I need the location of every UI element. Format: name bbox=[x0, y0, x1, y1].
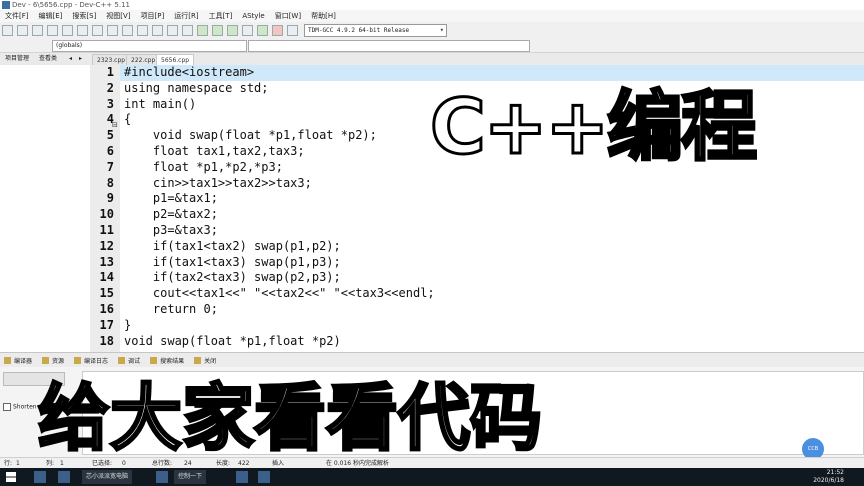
tab-scroll-right-icon[interactable]: ▸ bbox=[76, 53, 85, 65]
goto-icon[interactable] bbox=[152, 24, 163, 36]
menu-file[interactable]: 文件[F] bbox=[0, 10, 34, 22]
code-line: p3=&tax3; bbox=[124, 222, 218, 237]
app-icon[interactable] bbox=[156, 471, 168, 483]
open-file-icon[interactable] bbox=[17, 24, 28, 36]
menu-view[interactable]: 视图[V] bbox=[101, 10, 135, 22]
shorten-label: Shorten bbox=[13, 403, 37, 411]
stop-icon[interactable] bbox=[272, 24, 283, 36]
code-line: return 0; bbox=[124, 301, 218, 316]
compiler-select[interactable]: TDM-GCC 4.9.2 64-bit Release bbox=[304, 23, 447, 37]
task-view-icon[interactable] bbox=[58, 471, 70, 483]
line-number: 18 bbox=[99, 333, 114, 348]
line-number: 17 bbox=[99, 317, 114, 332]
code-line: void swap(float *p1,float *p2) bbox=[124, 333, 341, 348]
menu-help[interactable]: 帮助[H] bbox=[306, 10, 341, 22]
line-number: 14 bbox=[99, 270, 114, 285]
tab-debug[interactable]: 调试 bbox=[114, 356, 146, 365]
line-number: 7 bbox=[106, 159, 114, 174]
tab-resources[interactable]: 资源 bbox=[38, 356, 70, 365]
fold-minus-icon[interactable]: ⊟ bbox=[112, 121, 118, 129]
app-icon[interactable] bbox=[236, 471, 248, 483]
bottom-tabs: 编译器 资源 编译日志 调试 搜索结果 关闭 bbox=[0, 352, 864, 368]
code-line: if(tax2<tax3) swap(p2,p3); bbox=[124, 270, 341, 285]
menu-project[interactable]: 项目[P] bbox=[136, 10, 170, 22]
tab-classes[interactable]: 查看类 bbox=[36, 53, 60, 65]
save-all-icon[interactable] bbox=[47, 24, 58, 36]
find-icon[interactable] bbox=[122, 24, 133, 36]
line-number: 1 bbox=[106, 65, 114, 79]
taskbar-item[interactable]: 控制一下 bbox=[174, 470, 207, 484]
member-select[interactable] bbox=[248, 40, 530, 52]
line-number-gutter: 1 2 3 4 5 6 7 8 9 10 11 12 13 14 15 16 1… bbox=[90, 65, 120, 352]
tab-scroll-left-icon[interactable]: ◂ bbox=[66, 53, 75, 65]
menu-astyle[interactable]: AStyle bbox=[237, 10, 269, 22]
check-icon[interactable] bbox=[257, 24, 268, 36]
menu-tools[interactable]: 工具[T] bbox=[204, 10, 238, 22]
menu-window[interactable]: 窗口[W] bbox=[270, 10, 306, 22]
rebuild-icon[interactable] bbox=[242, 24, 253, 36]
tab-compiler[interactable]: 编译器 bbox=[0, 356, 38, 365]
app-icon bbox=[2, 1, 10, 9]
save-icon[interactable] bbox=[32, 24, 43, 36]
scope-select[interactable]: (globals) bbox=[52, 40, 247, 52]
line-number: 11 bbox=[99, 222, 114, 237]
redo-icon[interactable] bbox=[107, 24, 118, 36]
tab-project[interactable]: 项目管理 bbox=[2, 53, 32, 65]
compile-icon[interactable] bbox=[197, 24, 208, 36]
main-toolbar: TDM-GCC 4.9.2 64-bit Release bbox=[0, 22, 864, 38]
code-line: #include<iostream> bbox=[120, 65, 864, 81]
code-line: if(tax1<tax2) swap(p1,p2); bbox=[124, 238, 341, 253]
clock[interactable]: 21:52 2020/6/18 bbox=[813, 469, 844, 485]
taskbar: 芯小派派宽电脑 控制一下 21:52 2020/6/18 bbox=[0, 468, 864, 486]
print-icon[interactable] bbox=[77, 24, 88, 36]
line-number: 8 bbox=[106, 175, 114, 190]
code-line: cout<<tax1<<" "<<tax2<<" "<<tax3<<endl; bbox=[124, 286, 435, 301]
menu-search[interactable]: 搜索[S] bbox=[67, 10, 101, 22]
line-number: 15 bbox=[99, 286, 114, 301]
overlay-title: C++编程 bbox=[428, 82, 758, 171]
line-number: 5 bbox=[106, 128, 114, 143]
code-line: if(tax1<tax3) swap(p1,p3); bbox=[124, 254, 341, 269]
taskbar-item[interactable]: 芯小派派宽电脑 bbox=[82, 470, 133, 484]
checkbox-icon[interactable] bbox=[3, 403, 11, 411]
line-number: 16 bbox=[99, 301, 114, 316]
menu-edit[interactable]: 编辑[E] bbox=[34, 10, 68, 22]
clock-time: 21:52 bbox=[826, 469, 844, 476]
undo-icon[interactable] bbox=[92, 24, 103, 36]
replace-icon[interactable] bbox=[137, 24, 148, 36]
line-number: 2 bbox=[106, 80, 114, 95]
code-line: p1=&tax1; bbox=[124, 191, 218, 206]
line-number: 3 bbox=[106, 96, 114, 111]
unindent-icon[interactable] bbox=[182, 24, 193, 36]
app-icon[interactable] bbox=[258, 471, 270, 483]
overlay-caption: 给大家看看代码 bbox=[36, 376, 543, 460]
code-line: cin>>tax1>>tax2>>tax3; bbox=[124, 175, 312, 190]
compile-run-icon[interactable] bbox=[227, 24, 238, 36]
code-line: p2=&tax2; bbox=[124, 207, 218, 222]
debug-icon[interactable] bbox=[287, 24, 298, 36]
line-number: 6 bbox=[106, 143, 114, 158]
menu-run[interactable]: 运行[R] bbox=[169, 10, 203, 22]
windows-start-icon[interactable] bbox=[6, 472, 16, 482]
code-line: } bbox=[124, 317, 132, 332]
tab-compile-log[interactable]: 编译日志 bbox=[70, 356, 114, 365]
window-title: Dev - 6\5656.cpp - Dev-C++ 5.11 bbox=[12, 1, 130, 9]
project-pane[interactable] bbox=[0, 65, 91, 352]
line-number: 12 bbox=[99, 238, 114, 253]
new-file-icon[interactable] bbox=[2, 24, 13, 36]
shorten-checkbox[interactable]: Shorten bbox=[3, 403, 37, 411]
search-icon[interactable] bbox=[34, 471, 46, 483]
close-file-icon[interactable] bbox=[62, 24, 73, 36]
line-number: 10 bbox=[99, 207, 114, 222]
tab-search-results[interactable]: 搜索结果 bbox=[146, 356, 190, 365]
class-toolbar: (globals) bbox=[0, 38, 864, 53]
tab-close[interactable]: 关闭 bbox=[190, 356, 222, 365]
run-icon[interactable] bbox=[212, 24, 223, 36]
line-number: 9 bbox=[106, 191, 114, 206]
indent-icon[interactable] bbox=[167, 24, 178, 36]
clock-date: 2020/6/18 bbox=[813, 477, 844, 484]
line-number: 13 bbox=[99, 254, 114, 269]
